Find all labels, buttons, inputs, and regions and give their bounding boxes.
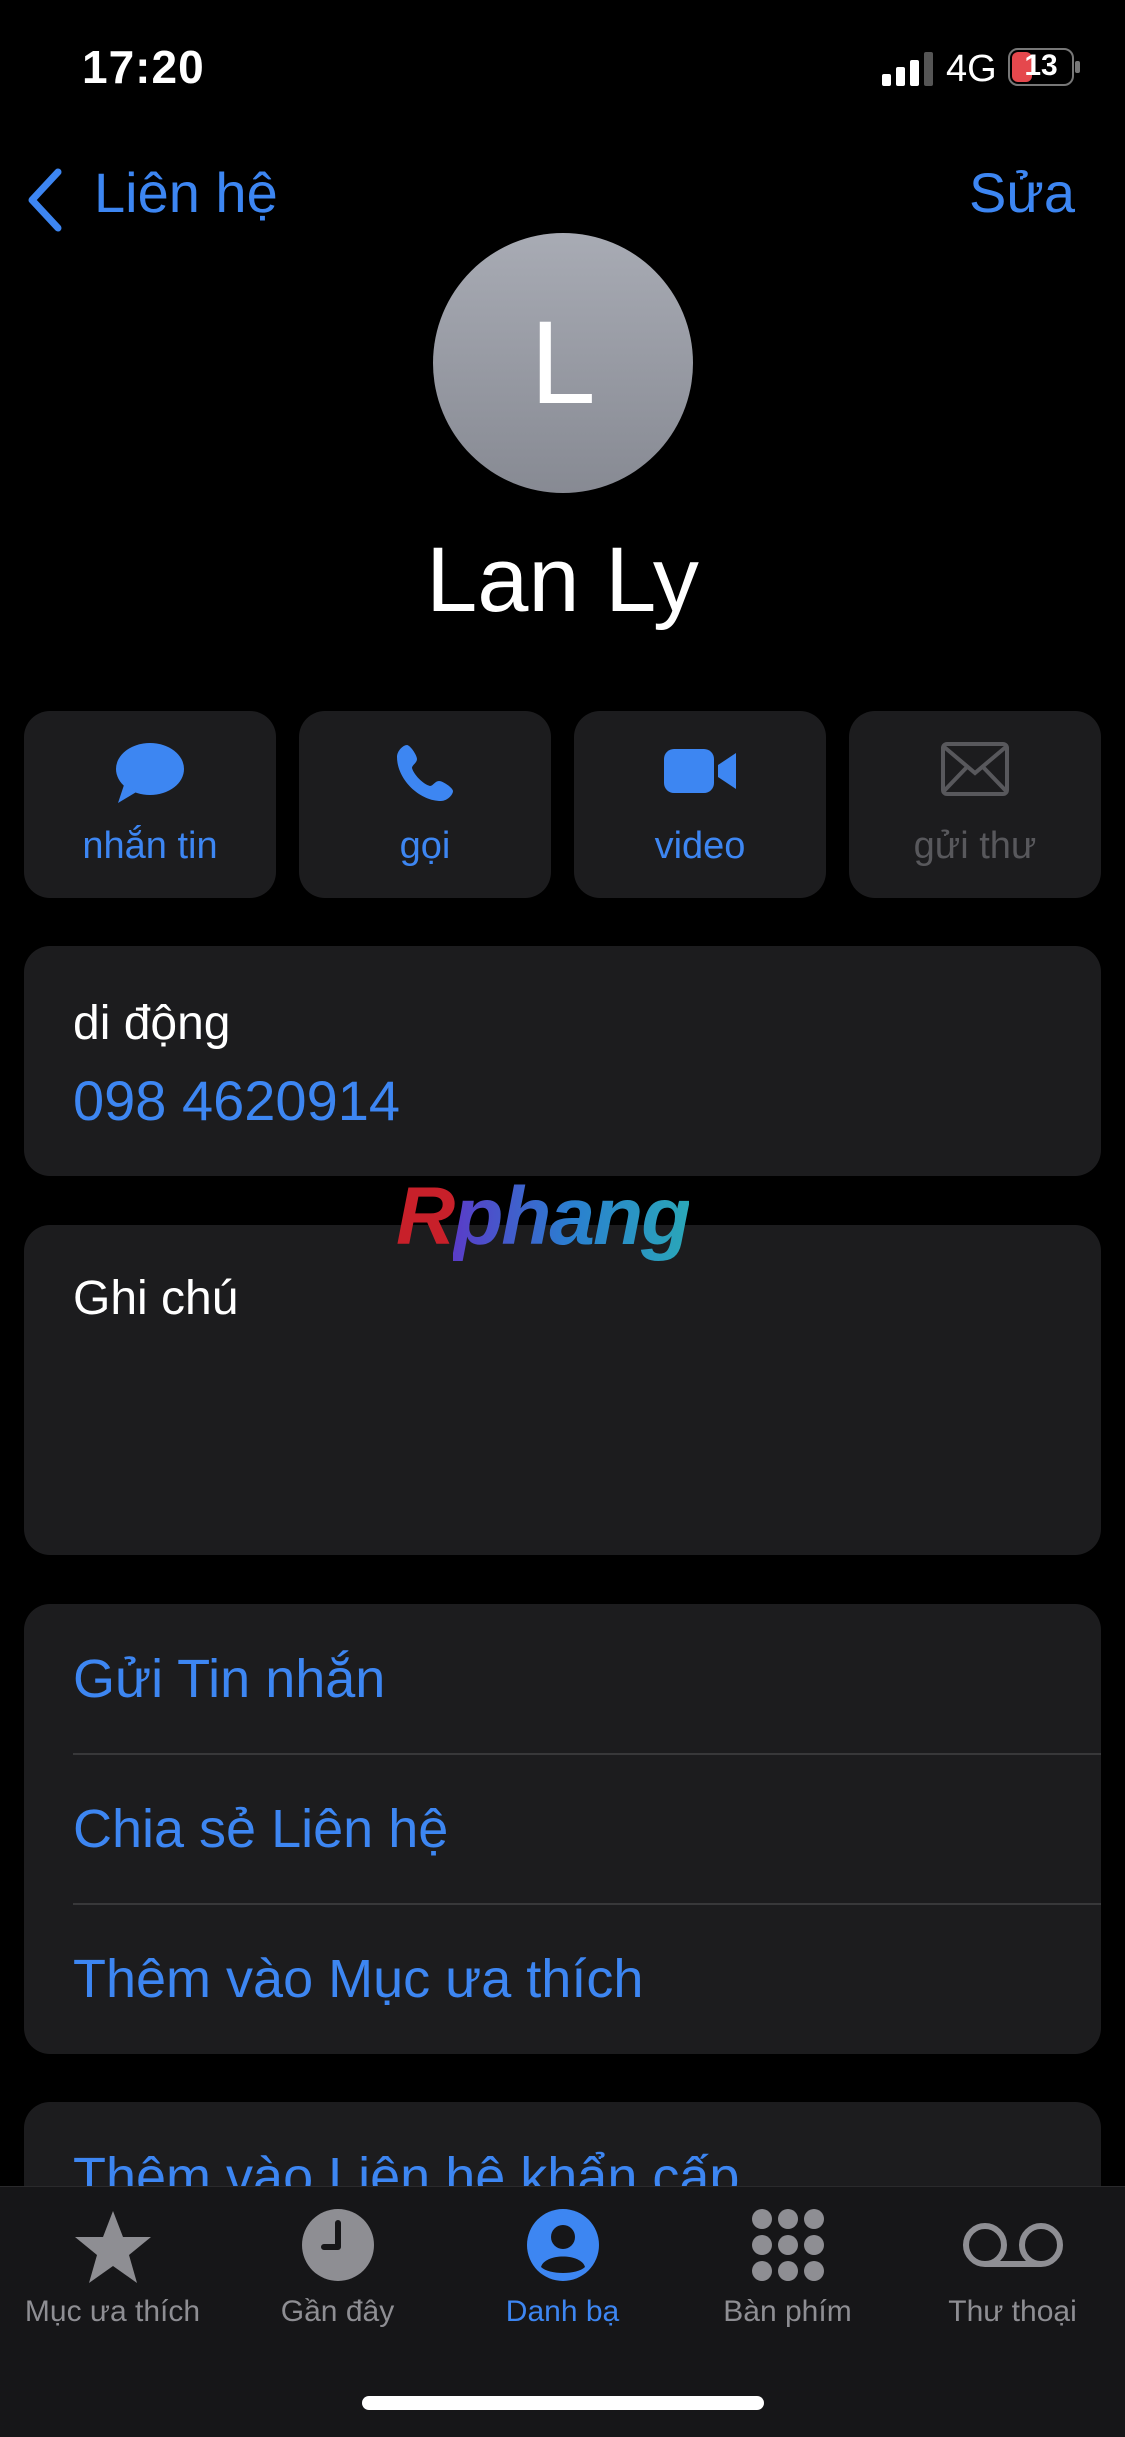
tab-favorites-label: Mục ưa thích [24, 2295, 201, 2328]
tab-contacts-label: Danh bạ [505, 2295, 620, 2328]
mail-envelope-icon [941, 742, 1009, 796]
send-message-option[interactable]: Gửi Tin nhắn [73, 1604, 1101, 1754]
message-action-button[interactable]: nhắn tin [24, 711, 276, 898]
star-icon [74, 2211, 151, 2283]
share-contact-option[interactable]: Chia sẻ Liên hệ [73, 1754, 1101, 1904]
message-action-label: nhắn tin [82, 825, 218, 867]
video-action-label: video [654, 825, 746, 867]
voicemail-icon [962, 2223, 1063, 2267]
edit-button[interactable]: Sửa [969, 160, 1075, 225]
tab-voicemail-label: Thư thoại [948, 2295, 1077, 2328]
avatar-initial: L [530, 297, 596, 429]
keypad-icon [751, 2209, 824, 2281]
tab-favorites[interactable]: Mục ưa thích [0, 2187, 225, 2437]
notes-card[interactable]: Ghi chú [24, 1225, 1101, 1555]
phone-number-card[interactable]: di động 098 4620914 [24, 946, 1101, 1176]
mail-action-button: gửi thư [849, 711, 1101, 898]
contact-options-card: Gửi Tin nhắn Chia sẻ Liên hệ Thêm vào Mụ… [24, 1604, 1101, 2054]
mail-action-label: gửi thư [913, 825, 1037, 867]
back-button[interactable]: Liên hệ [94, 160, 278, 225]
back-chevron-icon[interactable] [26, 168, 64, 232]
phone-icon [397, 745, 453, 801]
status-time: 17:20 [82, 41, 205, 93]
battery-level: 13 [1024, 49, 1058, 82]
avatar[interactable]: L [433, 233, 693, 493]
add-to-favorites-option[interactable]: Thêm vào Mục ưa thích [73, 1904, 1101, 2054]
phone-number-link[interactable]: 098 4620914 [73, 1068, 400, 1133]
video-action-button[interactable]: video [574, 711, 826, 898]
notes-label: Ghi chú [73, 1272, 239, 1325]
cellular-signal-icon [882, 52, 933, 86]
tab-keypad-label: Bàn phím [723, 2295, 852, 2328]
call-action-button[interactable]: gọi [299, 711, 551, 898]
battery-icon: 13 [1008, 48, 1082, 86]
contact-name: Lan Ly [426, 529, 699, 631]
phone-type-label: di động [73, 997, 231, 1050]
call-action-label: gọi [399, 825, 451, 867]
tab-voicemail[interactable]: Thư thoại [900, 2187, 1125, 2437]
network-type: 4G [946, 48, 997, 90]
watermark-logo: Rphang [396, 1171, 691, 1262]
clock-icon [301, 2209, 374, 2281]
video-camera-icon [664, 749, 736, 793]
message-bubble-icon [116, 743, 184, 803]
person-circle-icon [526, 2209, 599, 2281]
tab-recents-label: Gần đây [280, 2295, 395, 2328]
home-indicator[interactable] [362, 2396, 764, 2410]
